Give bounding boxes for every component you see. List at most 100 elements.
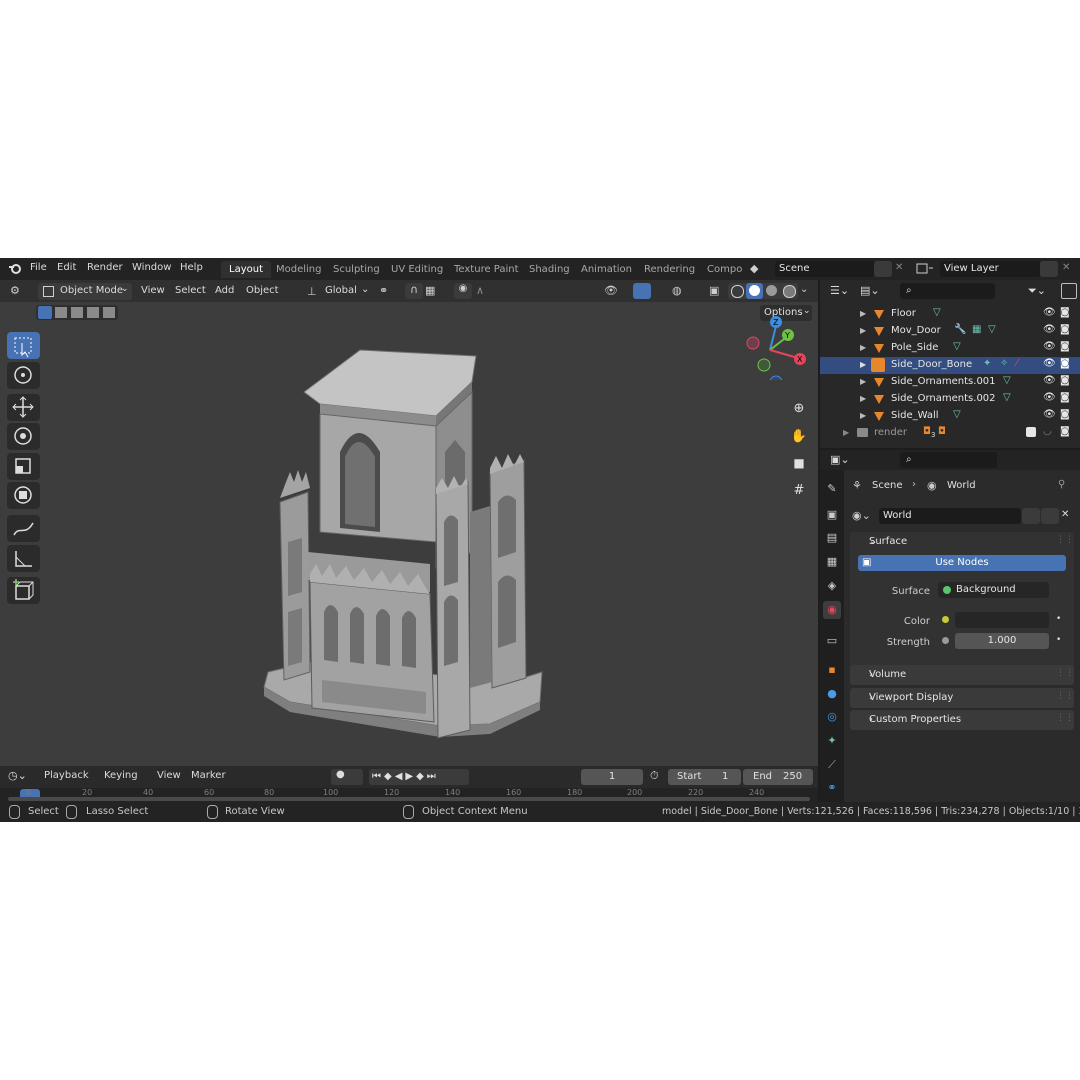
menu-edit[interactable]: Edit [57,262,76,273]
mesh-data-icon[interactable]: ▽ [1003,375,1011,386]
end-frame-field[interactable]: End 250 [743,769,813,785]
properties-editor-icon[interactable]: ▣⌄ [830,453,850,466]
camera-render-icon[interactable]: ◙ [1060,358,1070,369]
new-scene-icon[interactable] [874,261,892,277]
pin-icon[interactable]: ⚲ [1058,479,1065,490]
falloff-icon[interactable]: ∧ [476,284,484,297]
breadcrumb-scene[interactable]: Scene [872,480,903,491]
drag-handle-icon[interactable]: ⋮⋮ [1056,691,1074,701]
move-tool[interactable] [7,394,40,421]
eye-icon[interactable]: 👁 [1043,409,1056,420]
camera-render-icon[interactable]: ◙ [1060,409,1070,420]
outliner-item[interactable]: ▶ Pole_Side ▽ 👁 ◙ [820,340,1080,357]
new-collection-icon[interactable] [1061,283,1077,299]
scene-tab-icon[interactable]: ◈ [823,577,841,595]
pivot-icon[interactable]: ⚭ [379,284,388,297]
select-intersect-icon[interactable] [103,307,115,318]
strength-field[interactable]: 1.000 [955,633,1049,649]
visibility-icon[interactable]: 👁 [604,284,618,297]
rotate-tool[interactable] [7,423,40,450]
camera-view-icon[interactable]: ■ [789,456,809,476]
menu-help[interactable]: Help [180,262,203,273]
remove-view-layer-icon[interactable]: ✕ [1062,262,1070,273]
menu-keying[interactable]: Keying [104,770,138,781]
grid-perspective-icon[interactable]: # [789,483,809,503]
select-invert-icon[interactable] [87,307,99,318]
eye-icon[interactable]: 👁 [1043,358,1056,369]
menu-render[interactable]: Render [87,262,123,273]
tab-sculpting[interactable]: Sculpting [325,261,388,278]
expand-arrow-icon[interactable]: ▶ [860,309,866,318]
select-extend-icon[interactable] [55,307,67,318]
tab-layout[interactable]: Layout [221,261,271,278]
object-data-tab-icon[interactable]: ✦ [823,732,841,750]
eye-closed-icon[interactable]: ◡ [1043,426,1052,437]
duplicate-icon[interactable] [1041,508,1059,524]
add-cube-tool[interactable] [7,577,40,604]
camera-render-icon[interactable]: ◙ [1060,375,1070,386]
menu-view-timeline[interactable]: View [157,770,181,781]
overlay-icon[interactable]: ◍ [672,284,682,297]
exclude-checkbox[interactable] [1026,427,1036,437]
custom-properties-panel-header[interactable]: › Custom Properties ⋮⋮ [850,710,1074,730]
surface-shader-field[interactable]: Background [938,582,1049,598]
menu-add[interactable]: Add [215,285,234,296]
proportional-edit-icon[interactable]: ◉ [454,283,472,299]
expand-arrow-icon[interactable]: ▶ [860,394,866,403]
drag-handle-icon[interactable]: ⋮⋮ [1056,535,1074,545]
tab-compositing[interactable]: Compo [699,261,755,278]
menu-playback[interactable]: Playback [44,770,89,781]
modifiers-tab-icon[interactable]: ● [823,685,841,703]
view-layer-selector[interactable]: View Layer [940,261,1040,277]
timeline-editor-icon[interactable]: ◷⌄ [8,769,32,785]
frame-ruler[interactable]: 0 20 40 60 80 100 120 140 160 180 200 22… [0,788,818,802]
current-frame-field[interactable]: 1 [581,769,643,785]
use-nodes-button[interactable]: ▣ Use Nodes [858,555,1066,571]
navigation-gizmo[interactable]: Z Y X [740,314,810,380]
eye-icon[interactable]: 👁 [1043,341,1056,352]
menu-file[interactable]: File [30,262,47,273]
expand-arrow-icon[interactable]: ▶ [860,343,866,352]
chevron-down-icon[interactable]: ⌄ [800,284,808,295]
light-object-icon[interactable]: ◘ [938,426,946,437]
snap-target-icon[interactable]: ▦ [425,284,435,297]
render-tab-icon[interactable]: ▣ [823,506,841,524]
viewport-display-panel-header[interactable]: › Viewport Display ⋮⋮ [850,688,1074,708]
outliner-item[interactable]: ▶ Side_Ornaments.001 ▽ 👁 ◙ [820,374,1080,391]
pan-hand-icon[interactable]: ✋ [789,429,809,449]
select-new-icon[interactable] [38,306,52,319]
keyframe-dot-icon[interactable]: • [1056,614,1061,624]
playback-controls[interactable]: ⏮◆◀▶◆⏭ [369,769,469,785]
blender-logo-icon[interactable] [8,263,22,275]
world-tab-icon[interactable]: ◉ [823,601,841,619]
zoom-icon[interactable]: ⊕ [789,401,809,421]
outliner-item[interactable]: ▶ Mov_Door 🔧 ▦ ▽ 👁 ◙ [820,323,1080,340]
camera-render-icon[interactable]: ◙ [1060,392,1070,403]
mesh-data-icon[interactable]: ▽ [1003,392,1011,403]
eye-icon[interactable]: 👁 [1043,324,1056,335]
eye-icon[interactable]: 👁 [1043,307,1056,318]
collection-tab-icon[interactable]: ▭ [823,632,841,650]
vertex-group-icon[interactable]: ▦ [972,324,981,335]
drag-handle-icon[interactable]: ⋮⋮ [1056,668,1074,678]
menu-view[interactable]: View [141,285,165,296]
viewport-3d[interactable]: Options ⌄ Z Y X ⊕ ✋ ■ # [0,302,818,766]
new-view-layer-icon[interactable] [1040,261,1058,277]
mode-dropdown[interactable]: Object Mode ⌄ [38,283,132,300]
outliner-item[interactable]: ▶ Floor ▽ 👁 ◙ [820,306,1080,323]
cursor-tool[interactable] [7,362,40,389]
tab-animation[interactable]: Animation [573,261,640,278]
outliner-editor-icon[interactable]: ☰⌄ [830,284,849,297]
fake-user-shield-icon[interactable] [1022,508,1040,524]
material-shading-icon[interactable] [766,285,777,296]
mesh-data-icon[interactable]: ▽ [988,324,996,335]
expand-arrow-icon[interactable]: ▶ [843,428,849,437]
modifier-wrench-icon[interactable]: 🔧 [954,324,966,335]
surface-panel-header[interactable]: ⌄ Surface ⋮⋮ [850,532,1074,552]
select-subtract-icon[interactable] [71,307,83,318]
drag-handle-icon[interactable]: ⋮⋮ [1056,713,1074,723]
outliner-item[interactable]: ▶ Side_Wall ▽ 👁 ◙ [820,408,1080,425]
armature-data-icon[interactable]: ✦ [983,358,991,369]
eye-icon[interactable]: 👁 [1043,392,1056,403]
auto-keying-toggle[interactable]: ● [331,769,363,785]
